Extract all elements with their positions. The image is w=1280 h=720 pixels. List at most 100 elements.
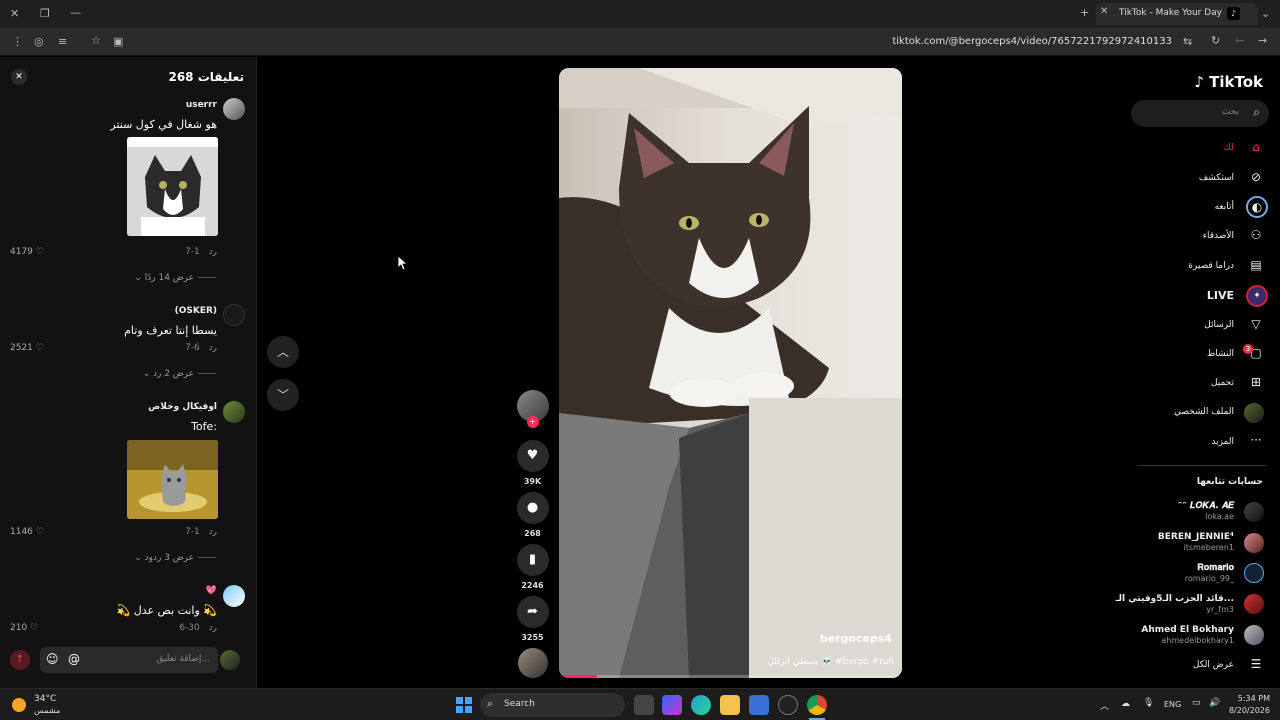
sidebar-item-following[interactable]: أتابعه [1215, 202, 1234, 212]
view-replies-button[interactable]: ⌄ عرض 14 ردًا [134, 273, 216, 283]
comment-input[interactable]: ☺ @ إضافة تعليق... [40, 647, 218, 673]
settings-gear-icon[interactable] [778, 695, 798, 715]
emoji-icon[interactable]: ☺ [46, 652, 59, 666]
comment-likes[interactable]: 4179 ♡ [10, 247, 44, 257]
following-account-name[interactable]: قائد الحزب الـ5وفيتي الـ... [1116, 594, 1234, 604]
creator-avatar[interactable]: + [516, 390, 549, 428]
url-field[interactable]: tiktok.com/@bergoceps4/video/76572217929… [892, 36, 1172, 47]
avatar[interactable] [223, 304, 245, 326]
browser-tab-tiktok[interactable]: ✕ TikTok - Make Your Day ♪ [1096, 3, 1258, 25]
sidebar-item-for-you[interactable]: لك [1224, 143, 1234, 153]
view-replies-button[interactable]: ⌄ عرض 2 رد [143, 369, 216, 379]
following-account-name[interactable]: BEREN_JENNIE⁴ [1158, 532, 1234, 542]
minimize-window-icon[interactable]: — [70, 6, 81, 19]
following-account-name[interactable]: ᵔᵔ 𝑳𝑶𝑲𝑨. 𝑨𝑬 [1178, 501, 1234, 511]
comment-username[interactable]: 💖 [206, 586, 217, 596]
video-author[interactable]: bergoceps4 [820, 632, 892, 645]
forward-icon[interactable]: ← [1235, 34, 1244, 47]
sidebar-item-upload[interactable]: تحميل [1211, 378, 1234, 388]
reply-button[interactable]: رد [209, 343, 217, 353]
new-tab-icon[interactable]: + [1080, 6, 1089, 19]
view-replies-button[interactable]: ⌄ عرض 3 ردود [134, 553, 216, 563]
bookmark-star-icon[interactable]: ☆ [91, 34, 101, 47]
save-action[interactable]: ▮ 2246 [516, 544, 549, 590]
share-arrow-icon[interactable]: ➦ [516, 596, 549, 628]
comment-image[interactable] [127, 137, 218, 236]
sidebar-item-friends[interactable]: الأصدقاء [1203, 231, 1234, 241]
task-view-icon[interactable] [634, 695, 654, 715]
translate-icon[interactable]: ▣ [113, 35, 123, 48]
menu-dots-icon[interactable]: ⋮ [12, 35, 23, 48]
comment-image[interactable] [127, 440, 218, 519]
list-icon[interactable]: ☰ [1246, 657, 1266, 671]
tray-chevron-icon[interactable]: ︿ [1100, 699, 1109, 712]
avatar[interactable] [223, 98, 245, 120]
compass-icon[interactable]: ⊘ [1246, 170, 1266, 184]
comment-bubble-icon[interactable]: ● [516, 492, 549, 524]
close-window-icon[interactable]: ✕ [10, 7, 19, 20]
network-icon[interactable]: ▭ [1192, 698, 1201, 708]
like-action[interactable]: ♥ 39K [516, 440, 549, 486]
music-disc-icon[interactable] [518, 648, 548, 678]
comment-likes[interactable]: 1146 ♡ [10, 527, 44, 537]
next-video-button[interactable]: ﹀ [267, 379, 299, 411]
sidebar-item-activity[interactable]: النشاط [1207, 349, 1234, 359]
back-icon[interactable]: → [1258, 34, 1267, 47]
weather-temp[interactable]: 34°C [34, 694, 56, 704]
close-tab-icon[interactable]: ✕ [1100, 6, 1108, 17]
post-comment-button[interactable]: ↑ [10, 650, 30, 670]
follow-plus-icon[interactable]: + [526, 416, 539, 428]
comment-likes[interactable]: 210 ♡ [10, 623, 38, 633]
heart-icon[interactable]: ♥ [516, 440, 549, 472]
more-icon[interactable]: ··· [1246, 433, 1266, 447]
sidebar-item-messages[interactable]: الرسائل [1204, 320, 1234, 330]
reply-button[interactable]: رد [209, 527, 217, 537]
avatar[interactable] [223, 401, 245, 423]
edge-browser-icon[interactable] [691, 695, 711, 715]
home-icon[interactable]: ⌂ [1246, 140, 1266, 154]
friends-icon[interactable]: ⚇ [1246, 228, 1266, 242]
see-all-following-button[interactable]: عرض الكل [1193, 660, 1234, 670]
clock-time[interactable]: 5:34 PM [1226, 694, 1270, 703]
volume-icon[interactable]: 🔊 [1209, 698, 1220, 708]
video-player[interactable]: bergoceps4 يسطي انزللل 💀 #bergo #tufi [559, 68, 902, 678]
tiktok-logo[interactable]: ♪ TikTok [1194, 73, 1263, 91]
upload-icon[interactable]: ⊞ [1246, 375, 1266, 389]
close-comments-button[interactable]: ✕ [11, 69, 27, 85]
previous-video-button[interactable]: ︿ [267, 336, 299, 368]
share-action[interactable]: ➦ 3255 [516, 596, 549, 642]
cloud-icon[interactable]: ☁ [1121, 699, 1130, 709]
windows-start-icon[interactable] [454, 695, 474, 715]
messages-icon[interactable]: ▽ [1246, 317, 1266, 331]
video-progress-bar[interactable] [559, 675, 902, 678]
avatar[interactable] [1244, 594, 1264, 614]
avatar[interactable] [1244, 563, 1264, 583]
following-account-name[interactable]: 𝐑𝐨𝐦𝐚𝐫𝐢𝐨 [1197, 563, 1234, 573]
avatar[interactable] [1244, 625, 1264, 645]
tab-search-icon[interactable]: ⌄ [1261, 7, 1270, 20]
mention-icon[interactable]: @ [68, 652, 80, 666]
weather-sun-icon[interactable] [12, 698, 26, 712]
reply-button[interactable]: رد [209, 247, 217, 257]
comment-username[interactable]: اوفيكال وخلاص [148, 402, 217, 412]
profile-icon[interactable] [1244, 403, 1264, 423]
reply-button[interactable]: رد [209, 623, 217, 633]
avatar[interactable] [1244, 533, 1264, 553]
sidebar-item-profile[interactable]: الملف الشخصي [1174, 407, 1234, 417]
reading-list-icon[interactable]: ≡ [58, 35, 67, 48]
avatar[interactable] [1244, 502, 1264, 522]
comment-username[interactable]: userrr [186, 100, 217, 110]
profile-icon[interactable]: ◎ [34, 35, 44, 48]
sidebar-item-short-drama[interactable]: دراما قصيرة [1188, 261, 1234, 271]
live-icon[interactable]: ✦ [1246, 285, 1268, 307]
following-account-name[interactable]: Ahmed El Bokhary [1141, 625, 1234, 635]
comment-action[interactable]: ● 268 [516, 492, 549, 538]
bookmark-icon[interactable]: ▮ [516, 544, 549, 576]
reload-icon[interactable]: ↻ [1211, 34, 1220, 47]
comment-username[interactable]: (OSKER) [175, 306, 217, 316]
chrome-icon[interactable] [807, 695, 827, 715]
restore-window-icon[interactable]: ❐ [40, 7, 50, 20]
sidebar-item-explore[interactable]: استكشف [1199, 173, 1234, 183]
following-icon[interactable]: ◐ [1246, 196, 1268, 218]
microphone-icon[interactable]: 🎙 [1143, 698, 1154, 708]
